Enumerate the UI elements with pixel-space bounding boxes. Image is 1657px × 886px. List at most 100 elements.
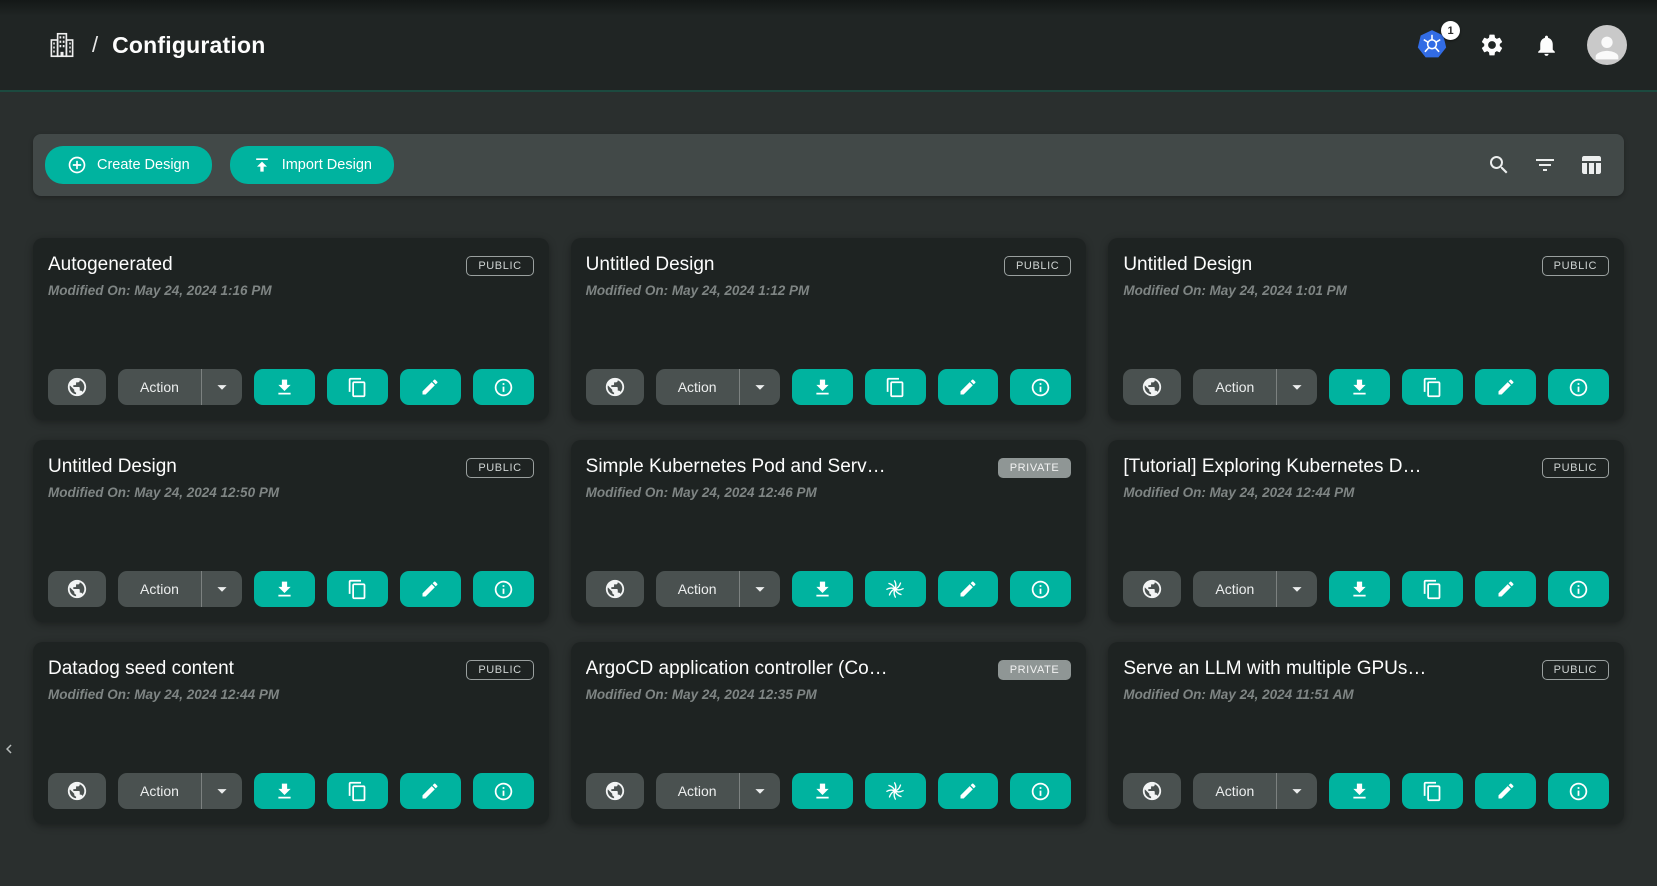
visibility-globe-button[interactable] — [48, 571, 106, 607]
action-split-button[interactable]: Action — [118, 571, 242, 607]
action-split-button[interactable]: Action — [118, 369, 242, 405]
design-title: Simple Kubernetes Pod and Serv… — [586, 456, 886, 478]
visibility-globe-button[interactable] — [586, 369, 644, 405]
action-dropdown-toggle[interactable] — [1277, 376, 1317, 398]
clone-button[interactable] — [327, 369, 388, 405]
search-icon[interactable] — [1480, 146, 1518, 184]
action-button-label[interactable]: Action — [1193, 581, 1276, 597]
download-button[interactable] — [792, 369, 853, 405]
info-button[interactable] — [1548, 773, 1609, 809]
edit-button[interactable] — [1475, 773, 1536, 809]
notifications-bell-icon[interactable] — [1533, 32, 1559, 58]
edit-button[interactable] — [938, 571, 999, 607]
download-button[interactable] — [792, 773, 853, 809]
info-button[interactable] — [1010, 571, 1071, 607]
settings-gear-icon[interactable] — [1479, 32, 1505, 58]
info-button[interactable] — [1548, 369, 1609, 405]
modified-date: Modified On: May 24, 2024 1:16 PM — [48, 283, 534, 298]
visibility-badge: PUBLIC — [466, 256, 533, 276]
modified-date: Modified On: May 24, 2024 11:51 AM — [1123, 687, 1609, 702]
action-dropdown-toggle[interactable] — [202, 578, 242, 600]
download-icon — [1349, 579, 1370, 600]
action-button-label[interactable]: Action — [1193, 379, 1276, 395]
download-button[interactable] — [254, 773, 315, 809]
action-dropdown-toggle[interactable] — [740, 376, 780, 398]
clone-button[interactable] — [865, 369, 926, 405]
table-view-icon[interactable] — [1572, 146, 1610, 184]
action-dropdown-toggle[interactable] — [1277, 578, 1317, 600]
info-icon — [1030, 579, 1051, 600]
info-button[interactable] — [1548, 571, 1609, 607]
visibility-globe-button[interactable] — [1123, 369, 1181, 405]
download-icon — [274, 579, 295, 600]
action-split-button[interactable]: Action — [1193, 571, 1317, 607]
edit-button[interactable] — [400, 571, 461, 607]
clone-button[interactable] — [1402, 773, 1463, 809]
action-button-label[interactable]: Action — [656, 581, 739, 597]
clone-button[interactable] — [327, 571, 388, 607]
create-design-button[interactable]: Create Design — [45, 146, 212, 184]
action-split-button[interactable]: Action — [1193, 369, 1317, 405]
download-button[interactable] — [1329, 773, 1390, 809]
visibility-globe-button[interactable] — [586, 571, 644, 607]
info-button[interactable] — [473, 369, 534, 405]
edit-button[interactable] — [400, 369, 461, 405]
kubernetes-context-icon[interactable]: 1 — [1415, 28, 1451, 62]
action-dropdown-toggle[interactable] — [202, 376, 242, 398]
clone-button[interactable] — [865, 773, 926, 809]
visibility-globe-button[interactable] — [1123, 571, 1181, 607]
download-button[interactable] — [254, 571, 315, 607]
info-button[interactable] — [473, 571, 534, 607]
clone-button[interactable] — [327, 773, 388, 809]
clone-button[interactable] — [1402, 571, 1463, 607]
action-button-label[interactable]: Action — [118, 379, 201, 395]
action-dropdown-toggle[interactable] — [1277, 780, 1317, 802]
download-button[interactable] — [792, 571, 853, 607]
visibility-globe-button[interactable] — [48, 773, 106, 809]
organization-building-icon[interactable] — [46, 29, 78, 61]
filter-icon[interactable] — [1526, 146, 1564, 184]
download-button[interactable] — [1329, 369, 1390, 405]
action-button-label[interactable]: Action — [118, 581, 201, 597]
action-button-label[interactable]: Action — [656, 379, 739, 395]
action-button-label[interactable]: Action — [118, 783, 201, 799]
action-button-label[interactable]: Action — [656, 783, 739, 799]
action-split-button[interactable]: Action — [656, 773, 780, 809]
info-icon — [493, 377, 514, 398]
info-button[interactable] — [473, 773, 534, 809]
clone-button[interactable] — [1402, 369, 1463, 405]
edit-pencil-icon — [1496, 377, 1516, 397]
design-card: Datadog seed content PUBLIC Modified On:… — [33, 642, 549, 824]
action-dropdown-toggle[interactable] — [740, 780, 780, 802]
visibility-globe-button[interactable] — [1123, 773, 1181, 809]
import-design-button[interactable]: Import Design — [230, 146, 394, 184]
visibility-globe-button[interactable] — [48, 369, 106, 405]
edit-button[interactable] — [1475, 571, 1536, 607]
action-split-button[interactable]: Action — [656, 571, 780, 607]
design-card: Simple Kubernetes Pod and Serv… PRIVATE … — [571, 440, 1087, 622]
action-dropdown-toggle[interactable] — [740, 578, 780, 600]
edit-button[interactable] — [938, 369, 999, 405]
globe-public-icon — [1141, 780, 1163, 802]
action-split-button[interactable]: Action — [1193, 773, 1317, 809]
edit-button[interactable] — [400, 773, 461, 809]
edit-button[interactable] — [938, 773, 999, 809]
info-button[interactable] — [1010, 773, 1071, 809]
action-button-label[interactable]: Action — [1193, 783, 1276, 799]
chevron-left-icon[interactable] — [0, 734, 18, 764]
designs-toolbar: Create Design Import Design — [33, 134, 1624, 196]
action-dropdown-toggle[interactable] — [202, 780, 242, 802]
clone-button[interactable] — [865, 571, 926, 607]
user-avatar-icon[interactable] — [1587, 25, 1627, 65]
import-design-label: Import Design — [282, 157, 372, 173]
card-header: [Tutorial] Exploring Kubernetes D… PUBLI… — [1123, 456, 1609, 478]
download-button[interactable] — [254, 369, 315, 405]
action-split-button[interactable]: Action — [118, 773, 242, 809]
visibility-globe-button[interactable] — [586, 773, 644, 809]
edit-button[interactable] — [1475, 369, 1536, 405]
design-card: Untitled Design PUBLIC Modified On: May … — [1108, 238, 1624, 420]
action-split-button[interactable]: Action — [656, 369, 780, 405]
download-button[interactable] — [1329, 571, 1390, 607]
globe-public-icon — [66, 376, 88, 398]
info-button[interactable] — [1010, 369, 1071, 405]
